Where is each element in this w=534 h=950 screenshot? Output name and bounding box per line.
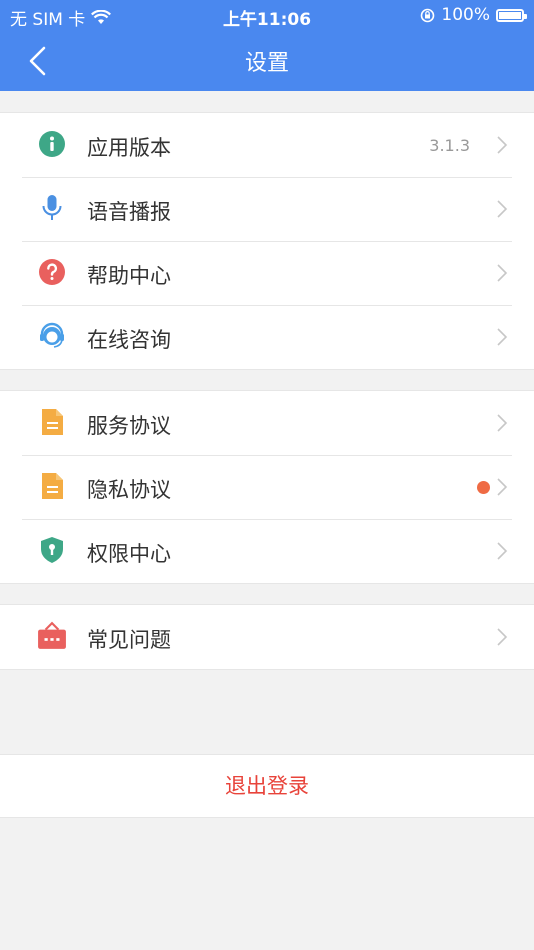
microphone-icon [42, 195, 62, 220]
row-privacy-agreement[interactable]: 隐私协议 [0, 455, 534, 519]
row-label: 隐私协议 [87, 478, 171, 502]
row-help-center[interactable]: 帮助中心 [0, 241, 534, 305]
settings-group-agreements: 服务协议 隐私协议 权限中心 [0, 390, 534, 584]
customer-service-icon [40, 322, 64, 348]
shield-icon [41, 537, 63, 563]
rotation-lock-icon [421, 8, 435, 22]
battery-icon [496, 8, 527, 22]
chevron-right-icon [497, 200, 508, 218]
chevron-right-icon [497, 628, 508, 646]
logout-label: 退出登录 [225, 774, 309, 798]
question-icon [39, 259, 65, 285]
chevron-right-icon [497, 264, 508, 282]
row-label: 服务协议 [87, 414, 171, 438]
document-icon [42, 473, 63, 499]
battery-percent: 100% [441, 5, 490, 25]
nav-bar: 设置 [0, 30, 534, 91]
row-label: 帮助中心 [87, 264, 171, 288]
row-voice-broadcast[interactable]: 语音播报 [0, 177, 534, 241]
settings-group-faq: 常见问题 [0, 604, 534, 670]
row-label: 权限中心 [87, 542, 171, 566]
row-permission-center[interactable]: 权限中心 [0, 519, 534, 583]
row-label: 应用版本 [87, 136, 171, 160]
row-label: 在线咨询 [87, 328, 171, 352]
row-service-agreement[interactable]: 服务协议 [0, 391, 534, 455]
settings-group-app: 应用版本 3.1.3 语音播报 帮助中心 在线咨询 [0, 112, 534, 370]
chat-box-icon [38, 621, 66, 649]
row-label: 常见问题 [87, 628, 171, 652]
chevron-right-icon [497, 542, 508, 560]
info-icon [39, 131, 65, 157]
page-title: 设置 [244, 51, 289, 76]
row-online-consult[interactable]: 在线咨询 [0, 305, 534, 369]
chevron-right-icon [497, 136, 508, 154]
row-faq[interactable]: 常见问题 [0, 605, 534, 669]
chevron-right-icon [497, 478, 508, 496]
chevron-right-icon [497, 414, 508, 432]
logout-button[interactable]: 退出登录 [0, 754, 534, 818]
version-value: 3.1.3 [429, 136, 470, 155]
document-icon [42, 409, 63, 435]
status-bar: 无 SIM 卡 上午11:06 100% [0, 0, 534, 30]
row-app-version[interactable]: 应用版本 3.1.3 [0, 113, 534, 177]
row-label: 语音播报 [87, 200, 171, 224]
chevron-right-icon [497, 328, 508, 346]
unread-badge [477, 481, 490, 494]
header-bar: 无 SIM 卡 上午11:06 100% 设置 [0, 0, 534, 91]
